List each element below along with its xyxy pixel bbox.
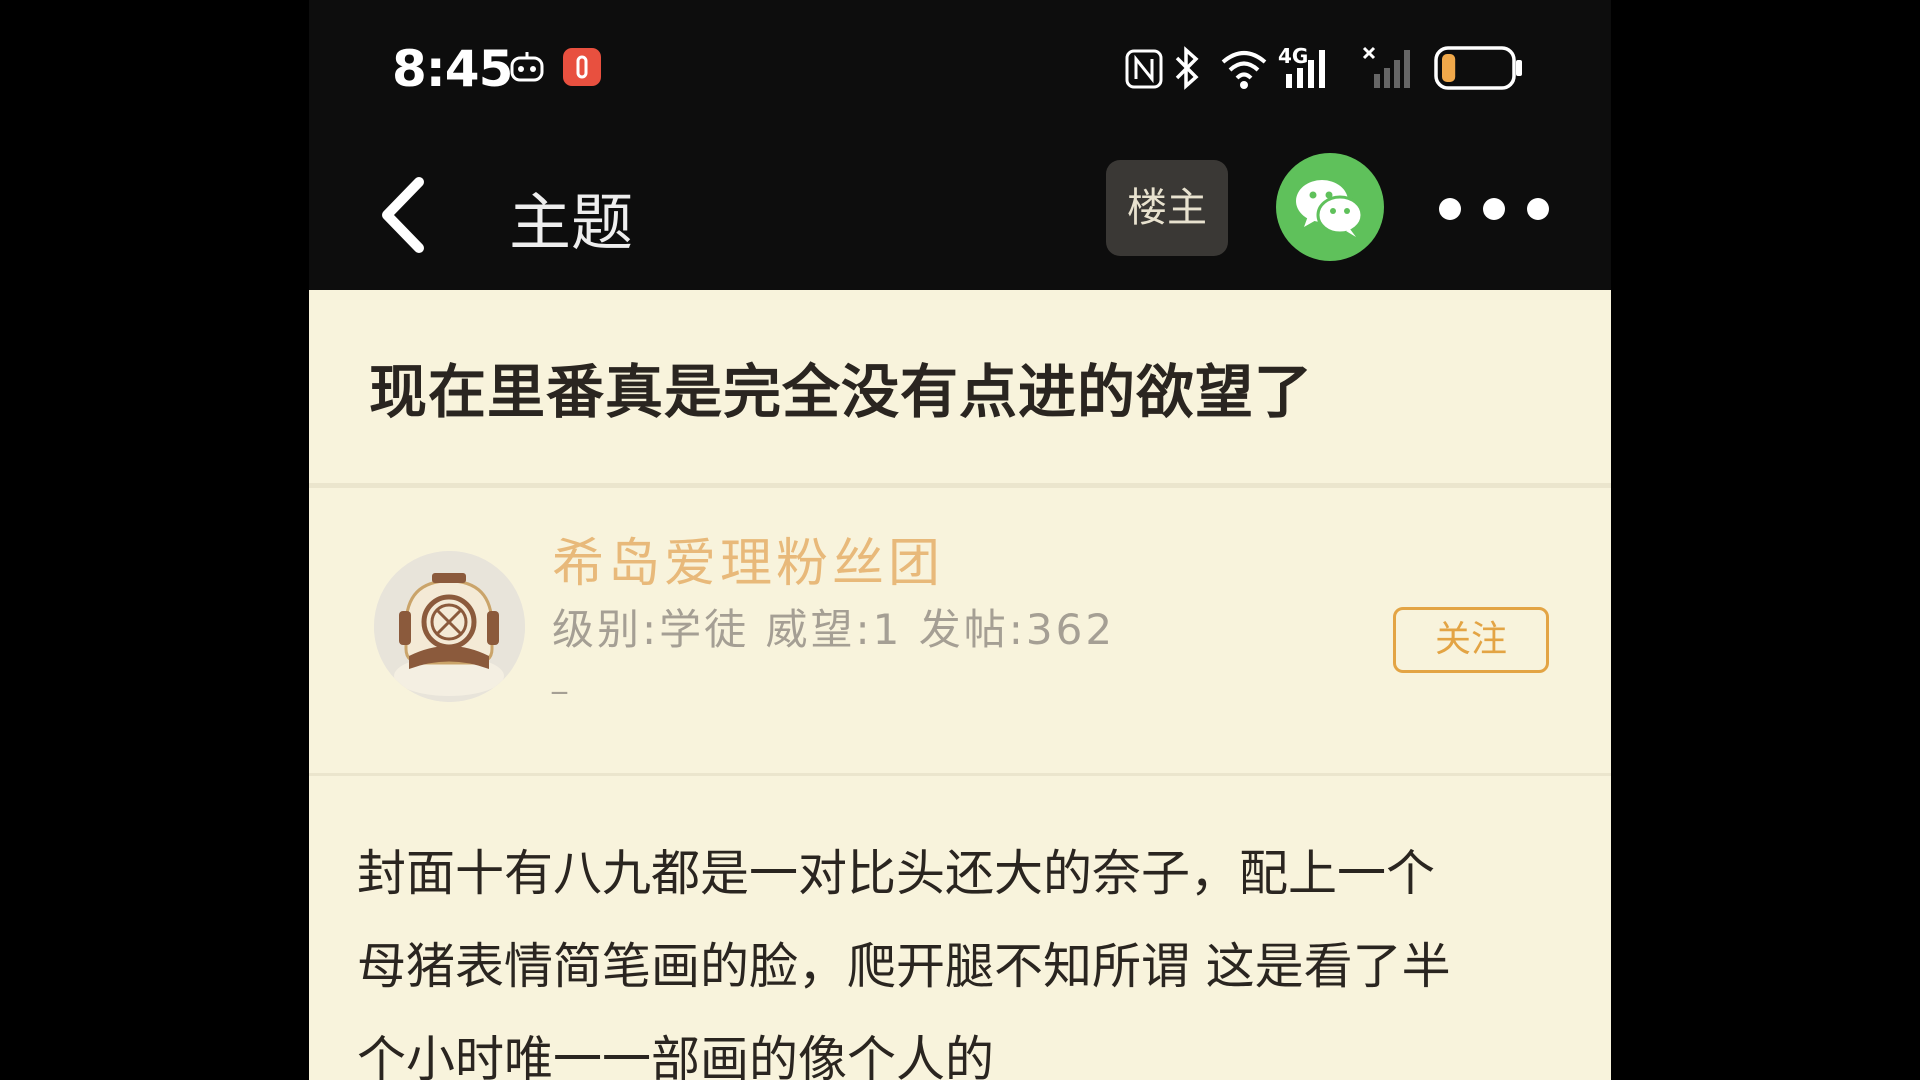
back-chevron-icon[interactable] — [369, 170, 439, 260]
wechat-share-button[interactable] — [1276, 153, 1384, 261]
wifi-icon — [1221, 51, 1267, 89]
page-title: 主题 — [509, 186, 634, 259]
divider — [309, 483, 1611, 488]
wechat-icon — [1296, 180, 1364, 237]
bluetooth-icon — [1175, 46, 1199, 90]
content-line: 个小时唯一一部画的像个人的 — [357, 1031, 995, 1080]
cellular-signal-noservice-icon — [1362, 46, 1410, 88]
diving-helmet-avatar-icon — [374, 551, 525, 702]
follow-button[interactable]: 关注 — [1393, 607, 1549, 673]
app-bar: 主题 楼主 — [309, 140, 1611, 290]
nfc-icon — [1125, 49, 1163, 89]
post-title: 现在里番真是完全没有点进的欲望了 — [369, 358, 1314, 426]
status-time: 8:45 — [392, 40, 513, 98]
more-options-button[interactable] — [1439, 190, 1551, 230]
author-signature: _ — [552, 660, 567, 695]
status-bar: 8:45 4G — [309, 0, 1611, 140]
author-avatar[interactable] — [374, 551, 525, 702]
author-name[interactable]: 希岛爱理粉丝团 — [552, 521, 944, 596]
battery-icon — [1434, 46, 1522, 90]
phone-screen: 8:45 4G 主题 楼主 现在里番真是完全没有点进的欲望了 希岛爱理粉丝团 级… — [309, 0, 1611, 1080]
cellular-signal-icon — [1286, 50, 1325, 88]
post-content: 封面十有八九都是一对比头还大的奈子，配上一个 母猪表情简笔画的脸，爬开腿不知所谓… — [357, 827, 1572, 1080]
author-stats: 级别:学徒 威望:1 发帖:362 — [552, 605, 1116, 654]
content-line: 封面十有八九都是一对比头还大的奈子，配上一个 — [357, 845, 1436, 902]
op-only-button[interactable]: 楼主 — [1106, 160, 1228, 256]
content-line: 母猪表情简笔画的脸，爬开腿不知所谓 这是看了半 — [357, 938, 1451, 995]
red-app-notification-icon — [563, 48, 601, 86]
robot-notification-icon — [510, 52, 544, 82]
divider — [309, 773, 1611, 776]
